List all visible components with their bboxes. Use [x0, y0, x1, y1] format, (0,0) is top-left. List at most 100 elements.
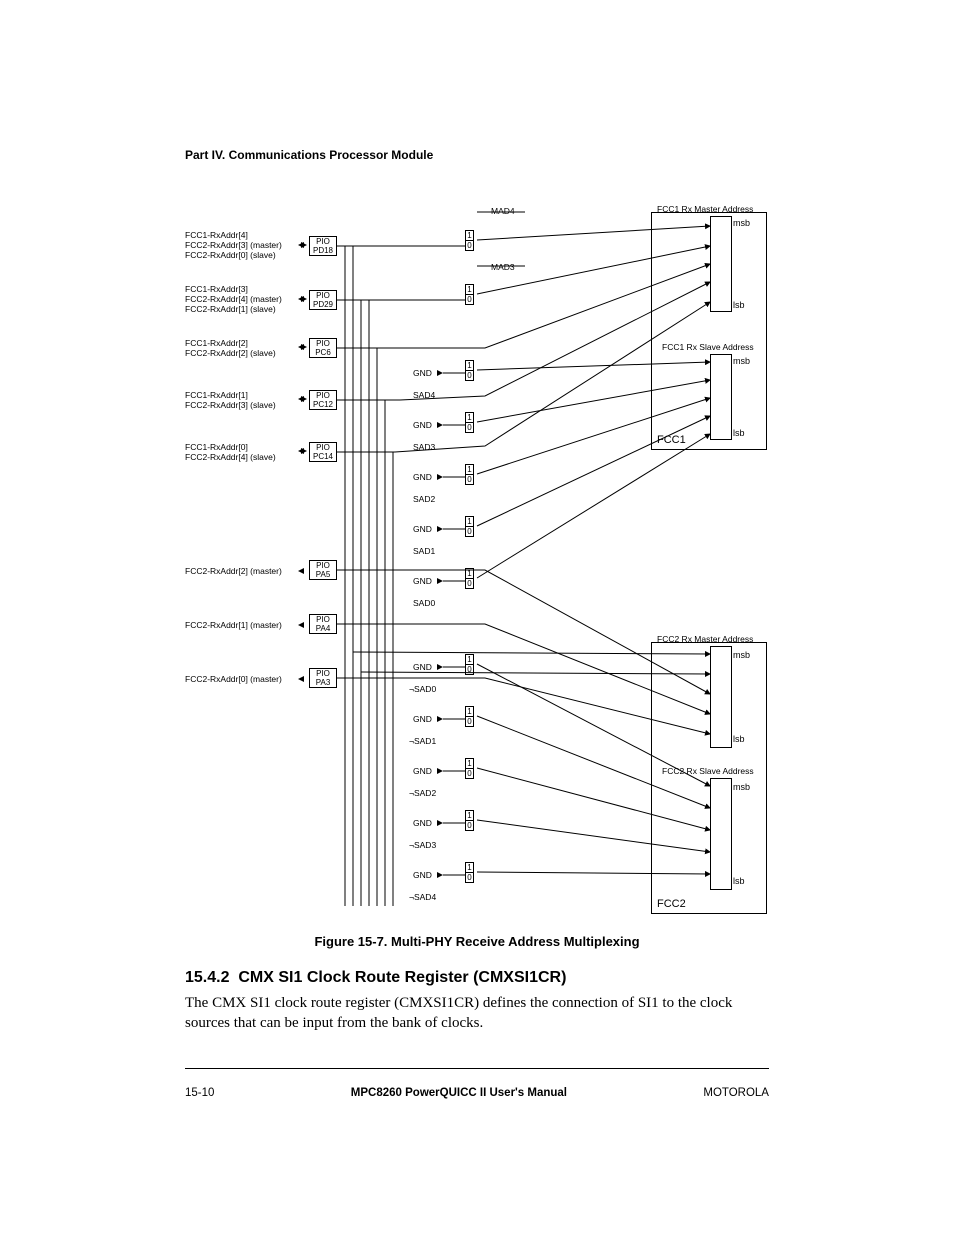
fcc2-master-addr-box	[710, 646, 732, 748]
sig-nsad3: ¬SAD3	[409, 840, 436, 850]
ar-bgnd-3	[437, 820, 443, 826]
mux-top-1: 1 0	[465, 284, 474, 305]
figure-caption: Figure 15-7. Multi-PHY Receive Address M…	[185, 934, 769, 949]
mux-bot-1: 1 0	[465, 706, 474, 727]
section-number: 15.4.2	[185, 969, 229, 986]
sig-bgnd-0: GND	[413, 662, 432, 672]
ll-1-2: FCC2-RxAddr[1] (slave)	[185, 304, 276, 314]
pio-6-0: PIO	[316, 615, 330, 624]
fcc2-label: FCC2	[657, 898, 686, 910]
arrow-r-0	[301, 242, 307, 248]
pio-2-1: PC6	[315, 348, 331, 357]
ar-bgnd-1	[437, 716, 443, 722]
fcc2-master-msb: msb	[733, 650, 750, 660]
left-label-4: FCC1-RxAddr[0] FCC2-RxAddr[4] (slave)	[185, 442, 276, 462]
pio-5: PIO PA5	[309, 560, 337, 580]
mux-bot-2-1: 1	[465, 758, 474, 768]
ar-gnd-0	[437, 370, 443, 376]
mux-mid-4: 1 0	[465, 568, 474, 589]
mux-bot-0-1: 1	[465, 654, 474, 664]
mux-mid-0-1: 1	[465, 360, 474, 370]
pio-6: PIO PA4	[309, 614, 337, 634]
ll-1-0: FCC1-RxAddr[3]	[185, 284, 248, 294]
footer-center: MPC8260 PowerQUICC II User's Manual	[351, 1087, 567, 1099]
fcc2-box	[651, 642, 767, 914]
arrow-r-2	[301, 344, 307, 350]
mux-mid-3-0: 0	[465, 526, 474, 537]
left-label-6: FCC2-RxAddr[1] (master)	[185, 620, 282, 630]
ll-5-0: FCC2-RxAddr[2] (master)	[185, 566, 282, 576]
pio-4-0: PIO	[316, 443, 330, 452]
mux-bot-2: 1 0	[465, 758, 474, 779]
left-label-2: FCC1-RxAddr[2] FCC2-RxAddr[2] (slave)	[185, 338, 276, 358]
pio-2: PIO PC6	[309, 338, 337, 358]
mux-bot-3-1: 1	[465, 810, 474, 820]
mux-bot-4-0: 0	[465, 872, 474, 883]
mux-mid-1-0: 0	[465, 422, 474, 433]
mux-mid-1: 1 0	[465, 412, 474, 433]
ll-2-0: FCC1-RxAddr[2]	[185, 338, 248, 348]
mux-top-0-1: 1	[465, 230, 474, 240]
ar-bgnd-0	[437, 664, 443, 670]
footer-right: MOTOROLA	[703, 1087, 769, 1099]
fcc1-label: FCC1	[657, 434, 686, 446]
fcc1-master-addr-label: FCC1 Rx Master Address	[657, 204, 753, 214]
fcc1-slave-msb: msb	[733, 356, 750, 366]
sig-nsad4: ¬SAD4	[409, 892, 436, 902]
arrow-l-6	[298, 622, 304, 628]
left-label-5: FCC2-RxAddr[2] (master)	[185, 566, 282, 576]
mux-mid-0-0: 0	[465, 370, 474, 381]
ll-1-1: FCC2-RxAddr[4] (master)	[185, 294, 282, 304]
fcc2-slave-lsb: lsb	[733, 876, 745, 886]
footer: 15-10 MPC8260 PowerQUICC II User's Manua…	[185, 1068, 769, 1099]
ll-0-0: FCC1-RxAddr[4]	[185, 230, 248, 240]
sig-sad4: SAD4	[413, 390, 435, 400]
sig-sad1: SAD1	[413, 546, 435, 556]
ar-bgnd-4	[437, 872, 443, 878]
pio-2-0: PIO	[316, 339, 330, 348]
sig-mad3: MAD3	[491, 262, 515, 272]
sig-sad2: SAD2	[413, 494, 435, 504]
pio-3-0: PIO	[316, 391, 330, 400]
left-label-1: FCC1-RxAddr[3] FCC2-RxAddr[4] (master) F…	[185, 284, 282, 314]
fcc2-slave-addr-box	[710, 778, 732, 890]
mux-bot-4-1: 1	[465, 862, 474, 872]
mux-mid-2-0: 0	[465, 474, 474, 485]
pio-1: PIO PD29	[309, 290, 337, 310]
pio-7-0: PIO	[316, 669, 330, 678]
ar-gnd-2	[437, 474, 443, 480]
ll-4-0: FCC1-RxAddr[0]	[185, 442, 248, 452]
mux-bot-0: 1 0	[465, 654, 474, 675]
sig-mad4: MAD4	[491, 206, 515, 216]
mux-mid-3: 1 0	[465, 516, 474, 537]
mux-bot-0-0: 0	[465, 664, 474, 675]
fcc1-slave-addr-label: FCC1 Rx Slave Address	[662, 342, 754, 352]
fcc1-master-msb: msb	[733, 218, 750, 228]
mux-bot-3-0: 0	[465, 820, 474, 831]
left-label-3: FCC1-RxAddr[1] FCC2-RxAddr[3] (slave)	[185, 390, 276, 410]
ll-4-1: FCC2-RxAddr[4] (slave)	[185, 452, 276, 462]
sig-gnd-4: GND	[413, 576, 432, 586]
mux-bot-1-0: 0	[465, 716, 474, 727]
pio-1-0: PIO	[316, 291, 330, 300]
section-body: The CMX SI1 clock route register (CMXSI1…	[185, 993, 769, 1034]
ll-3-0: FCC1-RxAddr[1]	[185, 390, 248, 400]
pio-7: PIO PA3	[309, 668, 337, 688]
pio-5-0: PIO	[316, 561, 330, 570]
sig-nsad0: ¬SAD0	[409, 684, 436, 694]
mux-mid-2-1: 1	[465, 464, 474, 474]
fcc2-slave-addr-label: FCC2 Rx Slave Address	[662, 766, 754, 776]
section-title: CMX SI1 Clock Route Register (CMXSI1CR)	[238, 969, 566, 986]
pio-1-1: PD29	[313, 300, 333, 309]
sig-gnd-3: GND	[413, 524, 432, 534]
arrow-l-7	[298, 676, 304, 682]
mux-mid-2: 1 0	[465, 464, 474, 485]
mux-mid-0: 1 0	[465, 360, 474, 381]
pio-3-1: PC12	[313, 400, 333, 409]
ar-gnd-4	[437, 578, 443, 584]
sig-gnd-0: GND	[413, 368, 432, 378]
mux-top-1-0: 0	[465, 294, 474, 305]
arrow-r-3	[301, 396, 307, 402]
fcc2-master-lsb: lsb	[733, 734, 745, 744]
ar-bgnd-2	[437, 768, 443, 774]
